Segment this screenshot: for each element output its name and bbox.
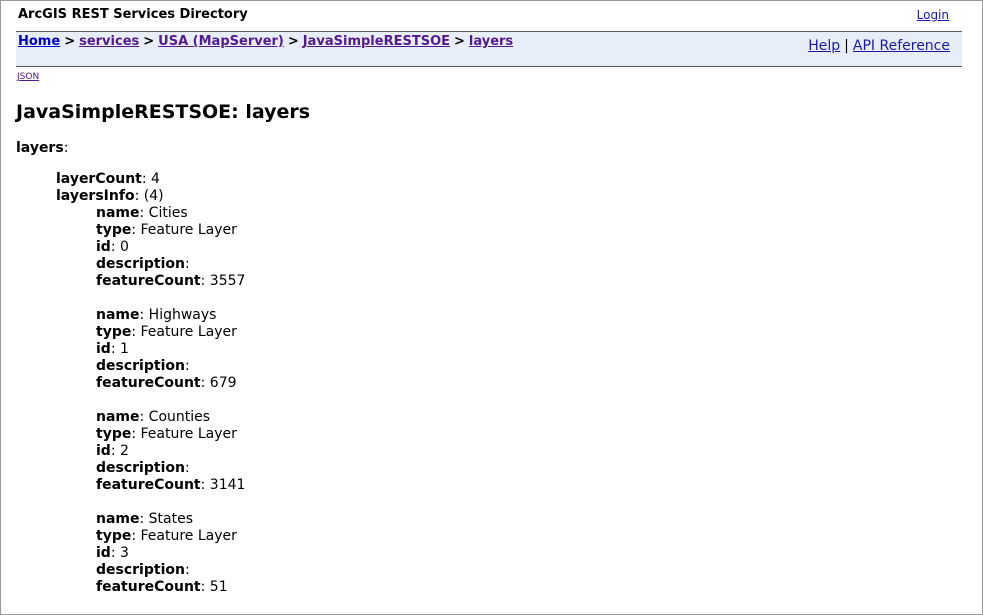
layers-content: layers: layerCount: 4 layersInfo: (4) na…	[16, 140, 245, 613]
help-links: Help | API Reference	[808, 38, 950, 54]
layers-info-line: layersInfo: (4)	[56, 188, 164, 204]
layer-type: Feature Layer	[140, 222, 237, 238]
layer-id: 0	[120, 239, 129, 255]
layer-feature-count: 51	[209, 579, 228, 595]
help-link[interactable]: Help	[808, 38, 840, 54]
layer-name: Highways	[148, 307, 217, 323]
layer-name: Cities	[148, 205, 188, 221]
layer-id-line: id: 1	[96, 341, 129, 357]
breadcrumb-separator: >	[64, 34, 76, 49]
layer-id-line: id: 2	[96, 443, 129, 459]
layer-feature-count-line: featureCount: 3557	[96, 273, 246, 289]
layer-feature-count-line: featureCount: 3141	[96, 477, 246, 493]
field-key: description	[96, 256, 185, 272]
layer-name: States	[148, 511, 194, 527]
layer-id-line: id: 3	[96, 545, 129, 561]
navigation-bar: Home > services > USA (MapServer) > JavaSimple…	[16, 31, 962, 67]
layer-id: 3	[120, 545, 129, 561]
layer-feature-count: 3557	[209, 273, 246, 289]
layer-entry: name: Counties type: Feature Layer id: 2…	[96, 409, 245, 494]
top-bar: ArcGIS REST Services Directory Login	[17, 6, 962, 28]
app-title: ArcGIS REST Services Directory	[18, 7, 248, 22]
layer-type: Feature Layer	[140, 528, 237, 544]
help-separator: |	[844, 38, 849, 54]
layer-feature-count-line: featureCount: 679	[96, 375, 237, 391]
field-key: type	[96, 324, 132, 340]
breadcrumb-separator: >	[143, 34, 155, 49]
field-key: name	[96, 409, 140, 425]
layer-name-line: name: Counties	[96, 409, 211, 425]
field-key: description	[96, 358, 185, 374]
layer-id: 1	[120, 341, 129, 357]
field-key: type	[96, 528, 132, 544]
layer-type-line: type: Feature Layer	[96, 528, 237, 544]
layer-name-line: name: Highways	[96, 307, 217, 323]
layer-id: 2	[120, 443, 129, 459]
layer-count-value: 4	[151, 171, 160, 187]
json-format-link[interactable]: JSON	[17, 72, 39, 82]
layer-type-line: type: Feature Layer	[96, 222, 237, 238]
field-key: id	[96, 443, 111, 459]
breadcrumb-home-link[interactable]: Home	[18, 34, 60, 49]
layer-type: Feature Layer	[140, 426, 237, 442]
breadcrumb-separator: >	[287, 34, 299, 49]
field-key: name	[96, 205, 140, 221]
layer-entry: name: Highways type: Feature Layer id: 1…	[96, 307, 245, 392]
layers-info-list: name: Cities type: Feature Layer id: 0 d…	[96, 205, 245, 596]
field-key: description	[96, 460, 185, 476]
field-key: featureCount	[96, 579, 201, 595]
layer-type: Feature Layer	[140, 324, 237, 340]
breadcrumb-services-link[interactable]: services	[79, 34, 139, 49]
layers-root-key: layers	[16, 140, 64, 156]
layers-info-key: layersInfo	[56, 188, 135, 204]
layer-id-line: id: 0	[96, 239, 129, 255]
layer-description-line: description:	[96, 358, 190, 374]
field-key: featureCount	[96, 273, 201, 289]
field-key: name	[96, 307, 140, 323]
layer-description-line: description:	[96, 460, 190, 476]
breadcrumb-separator: >	[454, 34, 465, 49]
layer-count-line: layerCount: 4	[56, 171, 160, 187]
field-key: name	[96, 511, 140, 527]
field-key: id	[96, 341, 111, 357]
field-key: id	[96, 239, 111, 255]
page-title: JavaSimpleRESTSOE: layers	[16, 101, 311, 123]
field-key: id	[96, 545, 111, 561]
layer-name: Counties	[148, 409, 211, 425]
field-key: description	[96, 562, 185, 578]
layer-name-line: name: States	[96, 511, 194, 527]
layer-feature-count: 3141	[209, 477, 246, 493]
layer-name-line: name: Cities	[96, 205, 188, 221]
browser-frame: ArcGIS REST Services Directory Login Hom…	[0, 0, 983, 615]
layer-count-key: layerCount	[56, 171, 142, 187]
breadcrumb-soe-link[interactable]: JavaSimpleRESTSOE	[303, 34, 450, 49]
layer-feature-count-line: featureCount: 51	[96, 579, 228, 595]
layers-info-count: (4)	[143, 188, 164, 204]
breadcrumb-usa-mapserver-link[interactable]: USA (MapServer)	[158, 34, 284, 49]
field-key: featureCount	[96, 375, 201, 391]
field-key: type	[96, 426, 132, 442]
breadcrumb-layers-link[interactable]: layers	[469, 34, 513, 49]
layer-entry: name: States type: Feature Layer id: 3 d…	[96, 511, 245, 596]
login-link[interactable]: Login	[917, 8, 949, 22]
field-key: featureCount	[96, 477, 201, 493]
field-key: type	[96, 222, 132, 238]
layer-feature-count: 679	[209, 375, 237, 391]
layer-description-line: description:	[96, 256, 190, 272]
layers-root-line: layers:	[16, 140, 69, 156]
layers-properties: layerCount: 4 layersInfo: (4) name: Citi…	[56, 171, 245, 596]
layer-type-line: type: Feature Layer	[96, 324, 237, 340]
api-reference-link[interactable]: API Reference	[853, 38, 950, 54]
layer-type-line: type: Feature Layer	[96, 426, 237, 442]
layer-description-line: description:	[96, 562, 190, 578]
breadcrumb: Home > services > USA (MapServer) > JavaSimple…	[18, 34, 513, 49]
layer-entry: name: Cities type: Feature Layer id: 0 d…	[96, 205, 245, 290]
